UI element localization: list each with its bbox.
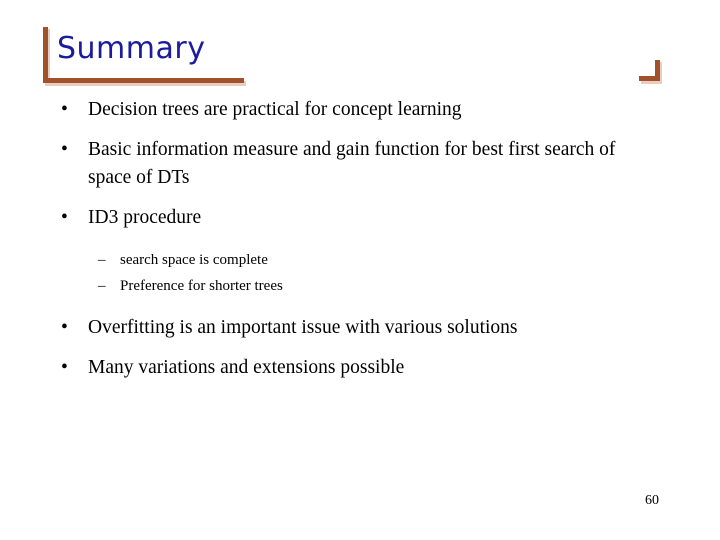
title-bracket-right-horizontal bbox=[639, 76, 660, 81]
page-title: Summary bbox=[57, 31, 206, 66]
bullet-marker-icon: • bbox=[61, 357, 68, 378]
sub-bullet-item: – search space is complete bbox=[0, 248, 720, 272]
sub-bullet-marker-icon: – bbox=[98, 252, 106, 268]
bullet-item: • Decision trees are practical for conce… bbox=[0, 96, 720, 124]
sub-bullet-marker-icon: – bbox=[98, 278, 106, 294]
slide-canvas: Summary • Decision trees are practical f… bbox=[0, 0, 720, 540]
bullet-text: Many variations and extensions possible bbox=[88, 357, 405, 378]
bullet-marker-icon: • bbox=[61, 207, 68, 228]
bullet-text: Overfitting is an important issue with v… bbox=[88, 317, 518, 338]
title-bracket-left-vertical bbox=[43, 27, 48, 80]
title-bracket-left-horizontal bbox=[43, 78, 244, 83]
sub-bullet-text: search space is complete bbox=[120, 252, 268, 268]
sub-bullet-item: – Preference for shorter trees bbox=[0, 274, 720, 298]
bullet-item: • Basic information measure and gain fun… bbox=[0, 136, 720, 192]
bullet-marker-icon: • bbox=[61, 139, 68, 160]
bullet-marker-icon: • bbox=[61, 99, 68, 120]
page-number: 60 bbox=[645, 493, 659, 508]
bullet-text: Basic information measure and gain funct… bbox=[88, 139, 616, 188]
bullet-marker-icon: • bbox=[61, 317, 68, 338]
bullet-text: ID3 procedure bbox=[88, 207, 202, 228]
sub-bullet-text: Preference for shorter trees bbox=[120, 278, 283, 294]
slide-body-content: • Decision trees are practical for conce… bbox=[0, 96, 720, 476]
bullet-item: • Many variations and extensions possibl… bbox=[0, 354, 720, 382]
bullet-item: • Overfitting is an important issue with… bbox=[0, 314, 720, 342]
bullet-text: Decision trees are practical for concept… bbox=[88, 99, 462, 120]
slide-title-area: Summary bbox=[0, 0, 720, 96]
bullet-item: • ID3 procedure bbox=[0, 204, 720, 232]
